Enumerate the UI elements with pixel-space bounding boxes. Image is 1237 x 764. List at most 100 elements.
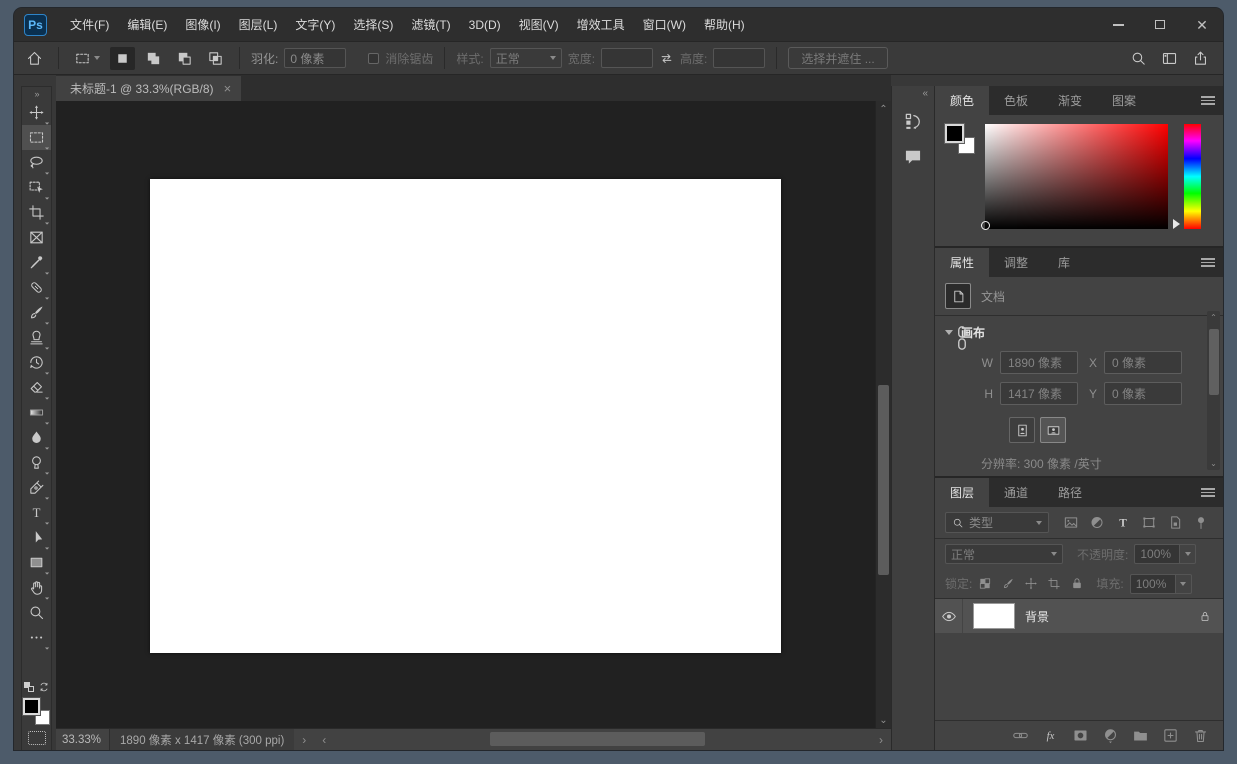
link-layers-icon[interactable] — [1012, 727, 1029, 744]
link-dimensions-icon[interactable] — [955, 325, 969, 351]
canvas-y-input[interactable]: 0 像素 — [1104, 382, 1182, 405]
layer-filter-type-select[interactable]: 类型 — [945, 512, 1049, 533]
panel-menu-icon[interactable] — [1201, 258, 1215, 267]
history-panel-button[interactable] — [896, 106, 930, 136]
menu-help[interactable]: 帮助(H) — [695, 12, 754, 37]
menu-type[interactable]: 文字(Y) — [286, 12, 344, 37]
vertical-scroll-thumb[interactable] — [878, 384, 889, 576]
layer-name[interactable]: 背景 — [1025, 608, 1199, 625]
ps-logo[interactable]: Ps — [24, 13, 47, 36]
filter-pin-icon[interactable] — [1193, 514, 1209, 531]
menu-image[interactable]: 图像(I) — [176, 12, 229, 37]
layer-lock-icon[interactable] — [1199, 610, 1223, 623]
menu-filter[interactable]: 滤镜(T) — [402, 12, 459, 37]
clone-stamp-tool[interactable] — [22, 325, 51, 350]
horizontal-scroll-thumb[interactable] — [489, 732, 705, 746]
canvas-height-input[interactable]: 1417 像素 — [1000, 382, 1078, 405]
move-tool[interactable] — [22, 100, 51, 125]
zoom-tool[interactable] — [22, 600, 51, 625]
portrait-orientation-button[interactable] — [1009, 417, 1035, 443]
lock-position-icon[interactable] — [1024, 575, 1038, 592]
menu-view[interactable]: 视图(V) — [510, 12, 568, 37]
menu-window[interactable]: 窗口(W) — [634, 12, 695, 37]
document-tab[interactable]: 未标题-1 @ 33.3%(RGB/8) × — [56, 76, 242, 101]
history-brush-tool[interactable] — [22, 350, 51, 375]
scroll-up-icon[interactable]: ⌃ — [1207, 311, 1220, 324]
object-selection-tool[interactable] — [22, 175, 51, 200]
eraser-tool[interactable] — [22, 375, 51, 400]
default-colors-icon[interactable] — [23, 682, 34, 692]
tab-swatches[interactable]: 色板 — [989, 86, 1043, 115]
fill-input[interactable]: 100% — [1129, 573, 1176, 594]
feather-input[interactable]: 0 像素 — [284, 48, 347, 68]
tab-channels[interactable]: 通道 — [989, 478, 1043, 507]
menu-select[interactable]: 选择(S) — [344, 12, 402, 37]
filter-adjustment-layers-icon[interactable] — [1089, 514, 1105, 531]
properties-scrollbar[interactable]: ⌃ ⌄ — [1207, 311, 1220, 470]
status-menu-chevron[interactable]: › — [294, 733, 314, 747]
tab-patterns[interactable]: 图案 — [1097, 86, 1151, 115]
crop-tool[interactable] — [22, 200, 51, 225]
new-group-icon[interactable] — [1132, 727, 1149, 744]
canvas-section-header[interactable]: 画布 — [935, 316, 1223, 347]
blur-tool[interactable] — [22, 425, 51, 450]
opacity-dropdown[interactable] — [1180, 544, 1197, 564]
landscape-orientation-button[interactable] — [1040, 417, 1066, 443]
fill-dropdown[interactable] — [1175, 573, 1192, 594]
lock-pixels-icon[interactable] — [1001, 575, 1015, 592]
scroll-right-icon[interactable]: › — [871, 733, 891, 747]
panel-menu-icon[interactable] — [1201, 96, 1215, 105]
eyedropper-tool[interactable] — [22, 250, 51, 275]
quick-mask-button[interactable] — [27, 731, 46, 745]
swap-dimensions-icon[interactable] — [659, 50, 674, 67]
lasso-tool[interactable] — [22, 150, 51, 175]
lock-artboard-icon[interactable] — [1047, 575, 1061, 592]
subtract-from-selection-mode[interactable] — [172, 47, 197, 70]
filter-pixel-layers-icon[interactable] — [1063, 514, 1079, 531]
hand-tool[interactable] — [22, 575, 51, 600]
brush-tool[interactable] — [22, 300, 51, 325]
tab-gradients[interactable]: 渐变 — [1043, 86, 1097, 115]
blend-mode-select[interactable]: 正常 — [945, 544, 1063, 564]
saturation-brightness-field[interactable] — [985, 124, 1168, 229]
height-input[interactable] — [713, 48, 766, 68]
filter-smart-objects-icon[interactable] — [1167, 514, 1183, 531]
home-button[interactable] — [22, 47, 47, 70]
tab-paths[interactable]: 路径 — [1043, 478, 1097, 507]
new-adjustment-layer-icon[interactable] — [1102, 727, 1119, 744]
type-tool[interactable]: T — [22, 500, 51, 525]
lock-transparency-icon[interactable] — [978, 575, 992, 592]
foreground-color-swatch[interactable] — [944, 123, 965, 144]
expand-panels-button[interactable]: « — [892, 86, 934, 100]
gradient-tool[interactable] — [22, 400, 51, 425]
filter-type-layers-icon[interactable]: T — [1115, 514, 1131, 531]
rectangular-marquee-tool[interactable] — [22, 125, 51, 150]
zoom-level[interactable]: 33.33% — [56, 734, 109, 746]
lock-all-icon[interactable] — [1070, 575, 1084, 592]
color-picker-marker[interactable] — [981, 221, 990, 230]
tab-layers[interactable]: 图层 — [935, 478, 990, 507]
layer-effects-icon[interactable]: fx — [1042, 727, 1059, 744]
canvas-width-input[interactable]: 1890 像素 — [1000, 351, 1078, 374]
scroll-up-icon[interactable]: ⌃ — [876, 101, 891, 117]
menu-edit[interactable]: 编辑(E) — [118, 12, 176, 37]
scroll-down-icon[interactable]: ⌄ — [876, 712, 891, 728]
layer-row-background[interactable]: 背景 — [935, 599, 1223, 633]
tab-close-icon[interactable]: × — [224, 81, 232, 96]
tab-color[interactable]: 颜色 — [935, 86, 990, 115]
tool-preset-picker[interactable] — [70, 47, 104, 70]
add-layer-mask-icon[interactable] — [1072, 727, 1089, 744]
horizontal-scrollbar[interactable]: ‹ › — [314, 729, 891, 750]
close-button[interactable]: ✕ — [1181, 8, 1223, 41]
delete-layer-icon[interactable] — [1192, 727, 1209, 744]
path-selection-tool[interactable] — [22, 525, 51, 550]
tab-libraries[interactable]: 库 — [1043, 248, 1085, 277]
menu-layer[interactable]: 图层(L) — [230, 12, 287, 37]
canvas-x-input[interactable]: 0 像素 — [1104, 351, 1182, 374]
intersect-selection-mode[interactable] — [203, 47, 228, 70]
foreground-color-swatch[interactable] — [22, 697, 41, 716]
menu-file[interactable]: 文件(F) — [61, 12, 118, 37]
new-layer-icon[interactable] — [1162, 727, 1179, 744]
tab-properties[interactable]: 属性 — [935, 248, 990, 277]
search-icon[interactable] — [1130, 50, 1147, 67]
